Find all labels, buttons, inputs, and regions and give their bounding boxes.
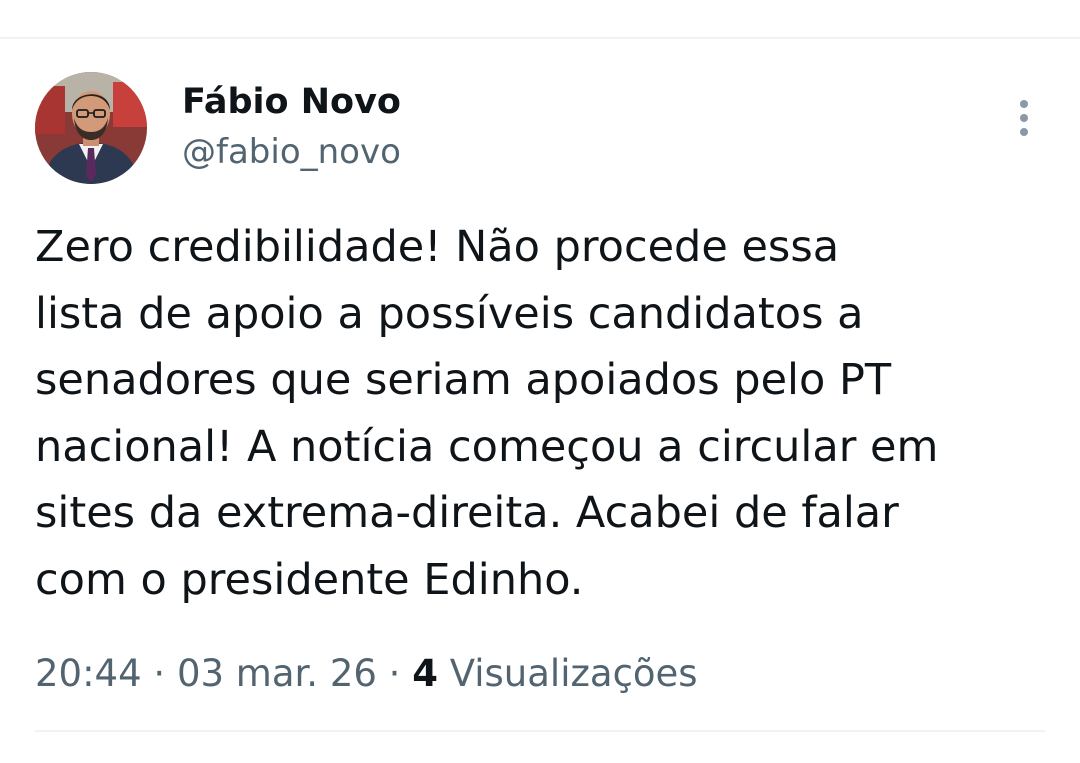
author-handle[interactable]: @fabio_novo — [182, 130, 401, 174]
views-count[interactable]: 4 — [412, 652, 438, 695]
views-label[interactable]: Visualizações — [450, 652, 698, 695]
tweet-time[interactable]: 20:44 — [35, 652, 142, 695]
meta-separator: · — [141, 652, 177, 695]
tweet-text-line: com o presidente Edinho. — [35, 554, 584, 605]
tweet-text-line: sites da extrema-direita. Acabei de fala… — [35, 488, 899, 538]
top-divider — [0, 37, 1080, 39]
profile-photo-icon — [35, 72, 147, 184]
tweet-text: Zero credibilidade! Não procede essa lis… — [35, 214, 1045, 613]
tweet-text-line: nacional! A notícia começou a circular e… — [35, 421, 939, 472]
meta-separator: · — [376, 652, 413, 695]
tweet-text-line: Zero credibilidade! Não procede essa — [35, 222, 840, 272]
bottom-divider — [35, 730, 1045, 732]
tweet-text-line: senadores que seriam apoiados pelo PT — [35, 355, 892, 405]
tweet-text-line: lista de apoio a possíveis candidatos a — [35, 288, 864, 339]
avatar[interactable] — [35, 72, 147, 184]
author-display-name[interactable]: Fábio Novo — [182, 80, 401, 124]
more-vertical-icon[interactable] — [1006, 96, 1042, 140]
tweet-date[interactable]: 03 mar. 26 — [177, 652, 377, 695]
tweet-meta: 20:44 · 03 mar. 26 · 4 Visualizações — [35, 648, 698, 700]
